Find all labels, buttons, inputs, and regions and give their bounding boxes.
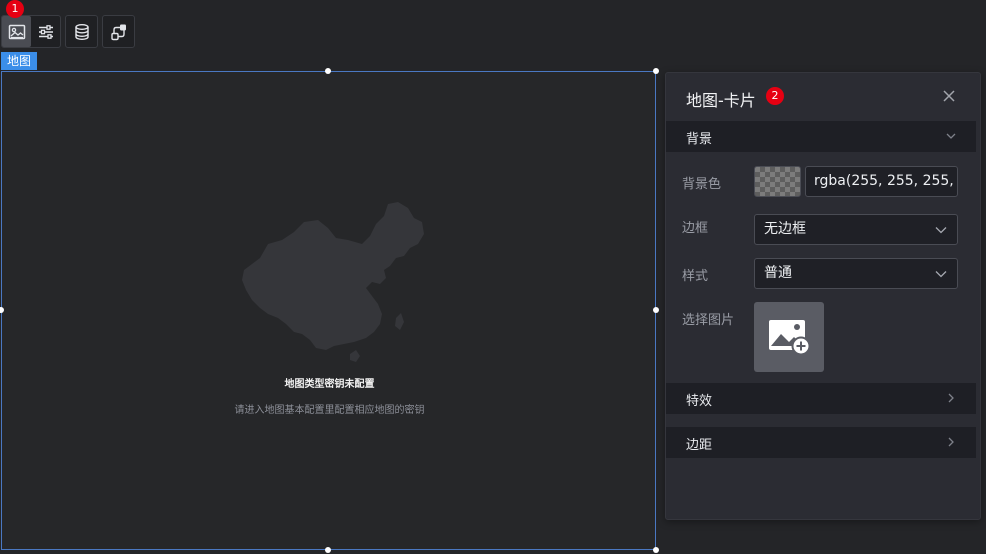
section-background-label: 背景 (686, 132, 713, 147)
resize-handle-bottom-right[interactable] (653, 547, 659, 553)
section-margin[interactable]: 边距 (666, 427, 976, 458)
toolbar-group (1, 15, 61, 48)
map-component-frame[interactable]: 地图类型密钥未配置 请进入地图基本配置里配置相应地图的密钥 (1, 71, 656, 550)
chevron-down-icon (946, 133, 956, 139)
border-select-value: 无边框 (764, 221, 806, 237)
chevron-down-icon (935, 271, 947, 278)
background-color-input[interactable]: rgba(255, 255, 255, 0) (805, 166, 958, 197)
resize-handle-top[interactable] (325, 68, 331, 74)
china-map-illustration (242, 202, 424, 362)
chevron-right-icon (948, 437, 954, 447)
interaction-icon (110, 24, 126, 40)
chevron-down-icon (935, 227, 947, 234)
data-source-button[interactable] (65, 15, 98, 48)
step-badge-2: 2 (766, 87, 784, 105)
border-select[interactable]: 无边框 (754, 214, 958, 245)
map-status-title: 地图类型密钥未配置 (284, 379, 375, 390)
image-picker-button[interactable] (754, 302, 824, 372)
settings-sliders-button[interactable] (31, 16, 60, 47)
database-icon (74, 23, 89, 40)
section-effects-label: 特效 (686, 394, 713, 409)
chevron-right-icon (948, 393, 954, 403)
border-label: 边框 (682, 221, 709, 236)
property-panel: 地图-卡片 2 背景 背景色 rgba(255, 255, 255, 0) 边框… (665, 72, 981, 520)
component-toolbar (1, 15, 135, 48)
resize-handle-top-right[interactable] (653, 68, 659, 74)
section-effects[interactable]: 特效 (666, 383, 976, 414)
style-select-value: 普通 (764, 265, 792, 281)
panel-title: 地图-卡片 (686, 91, 756, 110)
interaction-button[interactable] (102, 15, 135, 48)
section-margin-label: 边距 (686, 438, 713, 453)
resize-handle-bottom[interactable] (325, 547, 331, 553)
background-color-label: 背景色 (682, 177, 722, 192)
resize-handle-right[interactable] (653, 307, 659, 313)
map-status-hint: 请进入地图基本配置里配置相应地图的密钥 (234, 405, 425, 416)
step-badge-1: 1 (6, 0, 24, 18)
sliders-icon (38, 24, 53, 39)
map-component-button[interactable] (2, 16, 31, 47)
component-tag: 地图 (1, 52, 38, 70)
style-select[interactable]: 普通 (754, 258, 958, 289)
image-label: 选择图片 (682, 313, 735, 328)
background-color-swatch[interactable] (754, 166, 801, 197)
close-icon[interactable] (942, 89, 956, 103)
section-background[interactable]: 背景 (666, 121, 976, 152)
style-label: 样式 (682, 269, 709, 284)
add-image-icon (769, 320, 811, 356)
map-component-icon (8, 24, 25, 39)
